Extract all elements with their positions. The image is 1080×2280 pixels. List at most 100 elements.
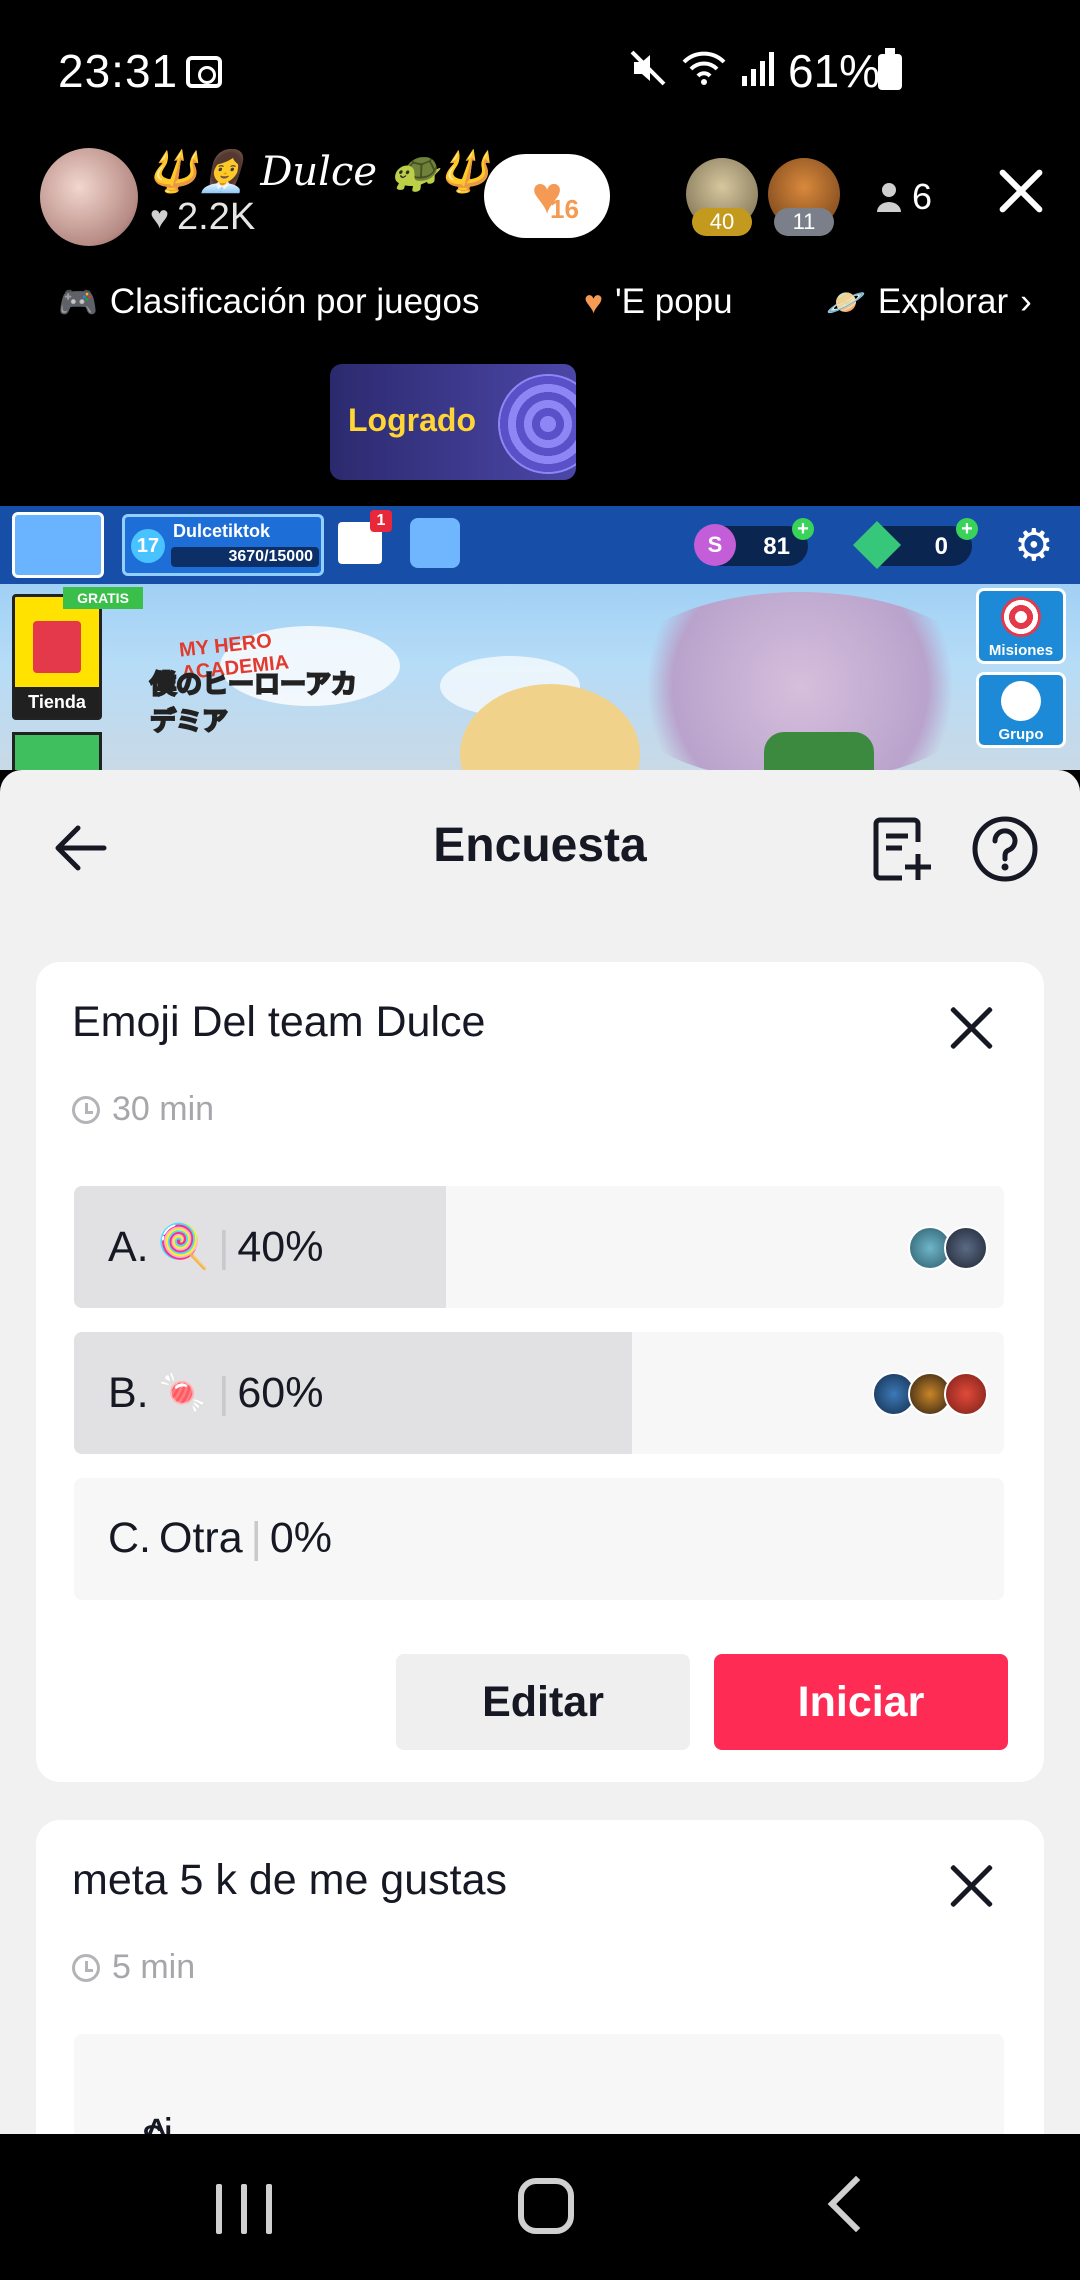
free-badge: GRATIS [63, 587, 143, 609]
live-chips: 🎮 Clasificación por juegos ♥ 'E popu 🪐 E… [0, 276, 1080, 340]
missions-label: Misiones [988, 642, 1054, 659]
clock-icon [72, 1953, 100, 1982]
poll-duration: 30 min [72, 1090, 214, 1129]
news-badge: 1 [370, 510, 392, 532]
group-label: Grupo [998, 726, 1044, 743]
player-avatar[interactable] [12, 512, 104, 578]
duration-text: 30 min [112, 1090, 215, 1128]
target-icon [1001, 597, 1041, 637]
chip-popular[interactable]: ♥ 'E popu [584, 282, 733, 322]
poll-panel: Encuesta Emoji Del team Dulce 30 min A. … [0, 770, 1080, 2134]
host-name[interactable]: 🔱👩‍💼 Dulce 🐢🔱 [148, 148, 489, 195]
achievement-badge[interactable]: Logrado [330, 364, 576, 480]
option-label: Otra [159, 1514, 243, 1562]
news-icon[interactable]: 1 [338, 510, 392, 564]
missions-button[interactable]: Misiones [976, 588, 1066, 664]
option-letter: B. [108, 1368, 149, 1417]
battery-icon [878, 48, 902, 90]
viewer-count-number: 6 [912, 176, 933, 217]
chat-icon [1001, 681, 1041, 721]
chip-game-ranking[interactable]: 🎮 Clasificación por juegos [58, 282, 479, 322]
help-icon[interactable] [970, 814, 1040, 884]
add-poll-icon[interactable] [866, 814, 936, 884]
duration-text: 5 min [112, 1948, 196, 1986]
panel-header: Encuesta [0, 770, 1080, 930]
viewer-badge: 11 [774, 208, 834, 236]
close-icon[interactable] [994, 164, 1048, 218]
status-icons [628, 48, 780, 88]
battery-percent: 61% [788, 45, 881, 97]
achievement-label: Logrado [348, 402, 476, 438]
separator: | [218, 1222, 230, 1271]
person-icon [877, 183, 901, 212]
shop-button[interactable]: GRATIS Tienda [12, 587, 143, 720]
poll-option: A. 🍭 | 40% [74, 1186, 1004, 1308]
poll-option: B. 🍬 | 60% [74, 1332, 1004, 1454]
recents-icon[interactable] [216, 2184, 272, 2234]
coins-value: 81 [763, 533, 790, 560]
gamepad-icon: 🎮 [58, 284, 98, 320]
live-header: 🔱👩‍💼 Dulce 🐢🔱 ♥ 2.2K ♥ 16 40 11 6 [0, 140, 1080, 270]
heart-icon: ♥ [150, 199, 169, 235]
poll-option: C. Otra | 0% [74, 1478, 1004, 1600]
ranking-icon[interactable] [410, 518, 460, 568]
wifi-icon [682, 51, 726, 85]
viewer-count[interactable]: 6 [876, 176, 932, 218]
host-avatar[interactable] [40, 148, 138, 246]
character-button[interactable] [12, 732, 102, 770]
separator: | [250, 1514, 262, 1562]
option-letter: A. [108, 1222, 149, 1271]
poll-option: A. si [74, 2034, 1004, 2134]
chevron-right-icon: › [1020, 282, 1032, 321]
heart-count: 16 [550, 194, 579, 224]
gem-icon [852, 520, 902, 570]
add-gems-icon[interactable]: + [956, 518, 978, 540]
coins-counter[interactable]: S 81 + [694, 518, 814, 566]
option-text: C. Otra | 0% [108, 1514, 332, 1563]
lollipop-icon: 🍭 [156, 1223, 211, 1271]
option-label: si [142, 2110, 174, 2134]
chip-label: 'E popu [615, 282, 733, 321]
add-coins-icon[interactable]: + [792, 518, 814, 540]
option-text: A. 🍭 | 40% [108, 1222, 323, 1272]
chip-label: Explorar [877, 282, 1009, 321]
poll-card: Emoji Del team Dulce 30 min A. 🍭 | 40% B… [36, 962, 1044, 1782]
coin-icon: S [694, 524, 736, 566]
status-bar: 23:31 61% [0, 0, 1080, 140]
clock-icon [72, 1095, 100, 1124]
poll-title: meta 5 k de me gustas [72, 1856, 507, 1904]
gems-counter[interactable]: 0 + [852, 518, 978, 570]
option-percent: 0% [269, 1514, 332, 1562]
poll-title: Emoji Del team Dulce [72, 998, 486, 1046]
voter-avatars [908, 1226, 988, 1270]
screen-record-icon [186, 56, 222, 88]
option-percent: 60% [237, 1368, 324, 1417]
option-percent: 40% [237, 1222, 324, 1271]
host-likes-count: 2.2K [177, 196, 256, 238]
planet-icon: 🪐 [826, 284, 866, 320]
close-icon[interactable] [950, 1006, 994, 1050]
home-icon[interactable] [518, 2178, 574, 2234]
gear-icon[interactable]: ⚙ [1014, 520, 1053, 571]
start-button[interactable]: Iniciar [714, 1654, 1008, 1750]
back-icon[interactable] [827, 2175, 885, 2233]
signal-icon [742, 52, 774, 86]
level-number: 17 [131, 529, 165, 563]
top-viewer-avatar[interactable]: 11 [768, 158, 840, 236]
avatar [944, 1372, 988, 1416]
option-letter: C. [108, 1514, 151, 1562]
poll-duration: 5 min [72, 1948, 195, 1987]
option-text: B. 🍬 | 60% [108, 1368, 323, 1418]
chip-explore[interactable]: 🪐 Explorar › [826, 282, 1032, 322]
game-top-bar: 17 Dulcetiktok 3670/15000 1 S 81 + 0 + ⚙ [0, 506, 1080, 584]
follow-heart-button[interactable]: ♥ 16 [484, 154, 610, 238]
group-button[interactable]: Grupo [976, 672, 1066, 748]
edit-button[interactable]: Editar [396, 1654, 690, 1750]
player-name: Dulcetiktok [173, 521, 271, 541]
player-level[interactable]: 17 Dulcetiktok 3670/15000 [122, 514, 324, 576]
store-icon [33, 621, 81, 673]
top-viewer-avatar[interactable]: 40 [686, 158, 758, 236]
close-icon[interactable] [950, 1864, 994, 1908]
host-likes: ♥ 2.2K [150, 196, 255, 239]
game-view[interactable]: 17 Dulcetiktok 3670/15000 1 S 81 + 0 + ⚙… [0, 506, 1080, 770]
